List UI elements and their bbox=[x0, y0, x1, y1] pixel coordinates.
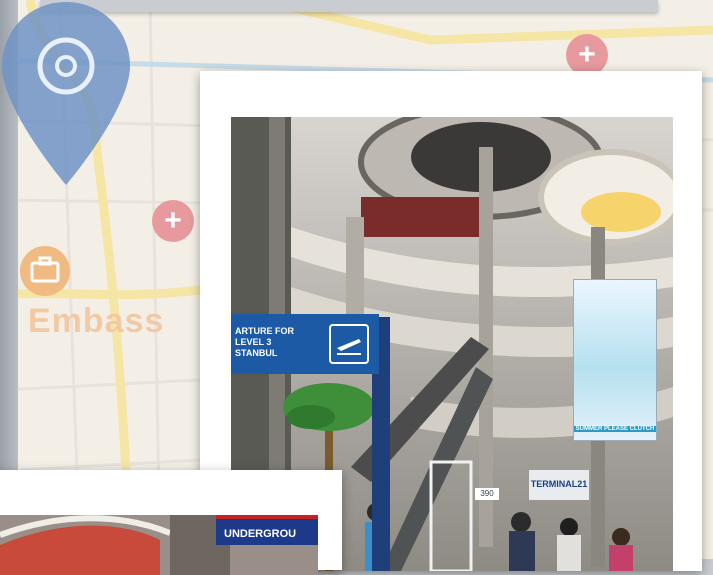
underground-sign: UNDERGROU bbox=[216, 515, 318, 545]
store-sign: TERMINAL21 bbox=[529, 470, 589, 500]
departure-sign: ARTURE FOR LEVEL 3 STANBUL bbox=[231, 314, 379, 374]
hospital-icon[interactable]: + bbox=[566, 34, 608, 76]
event-banner: SUMMER PLEASE CLUTCH bbox=[573, 279, 657, 441]
underground-photo[interactable]: UNDERGROU bbox=[0, 515, 318, 575]
toolbar-edge bbox=[40, 0, 658, 12]
airplane-departure-icon bbox=[329, 324, 369, 364]
price-tag: 390 bbox=[475, 488, 499, 500]
map-place-label: Embass bbox=[28, 302, 165, 340]
suitcase-icon[interactable] bbox=[20, 246, 70, 296]
hospital-icon[interactable]: + bbox=[152, 200, 194, 242]
banner-footer: SUMMER PLEASE CLUTCH bbox=[574, 426, 656, 432]
photo-card[interactable]: UNDERGROU bbox=[0, 470, 342, 575]
location-pin-icon[interactable] bbox=[0, 0, 132, 190]
